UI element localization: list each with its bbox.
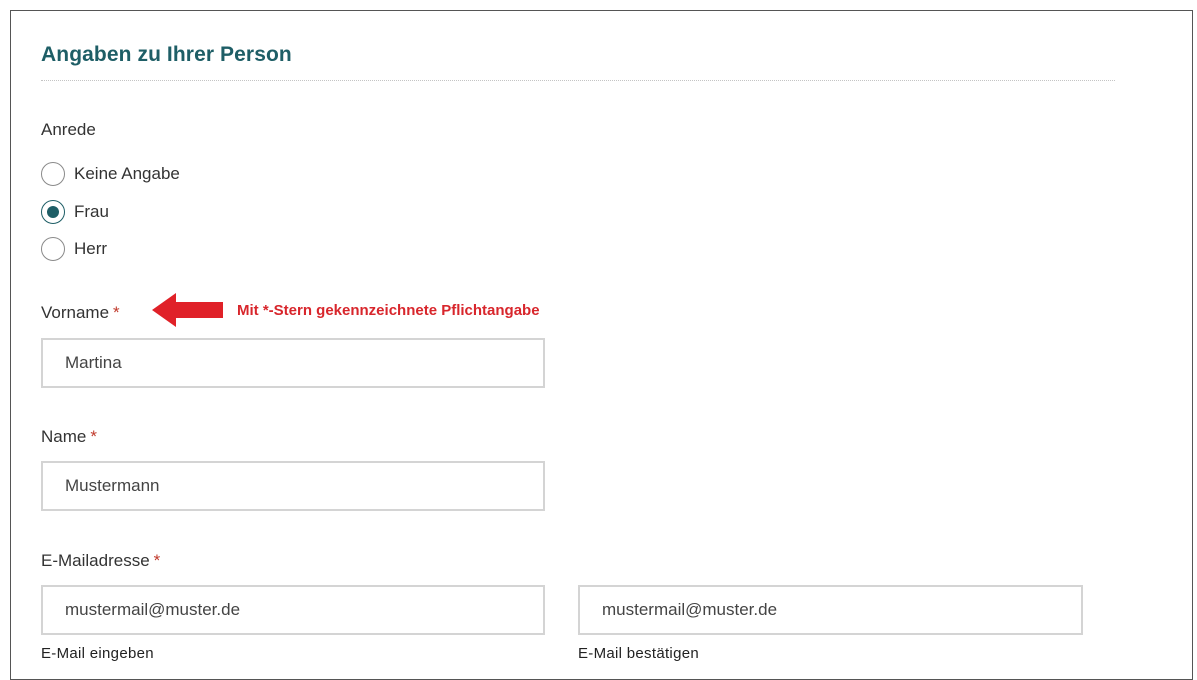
section-title: Angaben zu Ihrer Person [41, 43, 292, 66]
radio-label: Frau [74, 202, 109, 221]
radio-circle-checked[interactable] [41, 200, 65, 224]
first-name-input[interactable] [41, 338, 545, 388]
annotation-arrow-icon [152, 293, 223, 327]
required-annotation: Mit *-Stern gekennzeichnete Pflichtangab… [237, 302, 540, 319]
required-asterisk: * [153, 551, 161, 570]
radio-keine-angabe[interactable]: Keine Angabe [41, 162, 180, 186]
email-label-text: E-Mailadresse [41, 551, 150, 570]
email-confirm-input[interactable] [578, 585, 1083, 635]
email-label: E-Mailadresse * [41, 551, 160, 571]
salutation-label: Anrede [41, 120, 96, 139]
email-hint: E-Mail eingeben [41, 645, 154, 662]
email-input[interactable] [41, 585, 545, 635]
email-confirm-hint: E-Mail bestätigen [578, 645, 699, 662]
required-asterisk: * [113, 303, 120, 322]
first-name-label-text: Vorname [41, 303, 110, 322]
radio-circle-unchecked[interactable] [41, 237, 65, 261]
radio-circle-unchecked[interactable] [41, 162, 65, 186]
last-name-label: Name * [41, 427, 97, 447]
last-name-label-text: Name [41, 427, 87, 446]
radio-label: Herr [74, 239, 108, 258]
required-asterisk: * [90, 427, 97, 446]
radio-label: Keine Angabe [74, 164, 180, 183]
first-name-label: Vorname * [41, 303, 120, 323]
radio-herr[interactable]: Herr [41, 237, 107, 261]
radio-frau[interactable]: Frau [41, 200, 109, 224]
section-divider [41, 80, 1115, 81]
last-name-input[interactable] [41, 461, 545, 511]
